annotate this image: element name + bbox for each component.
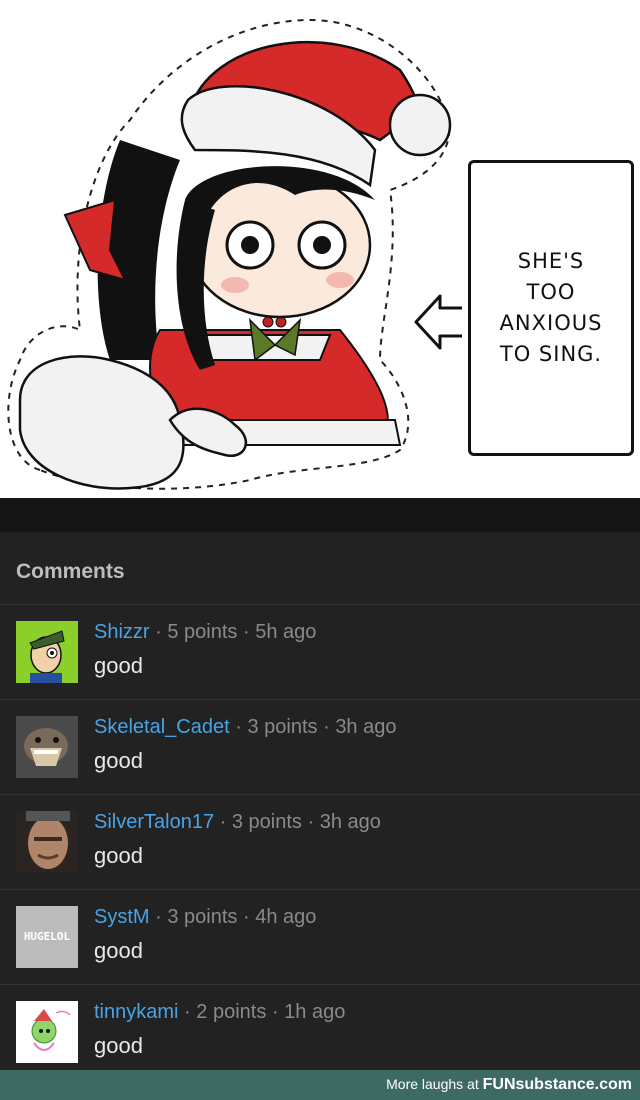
comment-meta: Skeletal_Cadet · 3 points · 3h ago (94, 716, 396, 739)
separator: · (271, 1001, 279, 1023)
comment-body: good (94, 1033, 143, 1058)
separator: · (235, 716, 242, 738)
speech-line: TO SING. (499, 342, 603, 366)
footer-brand[interactable]: FUNsubstance.com (483, 1076, 632, 1093)
timestamp: 5h ago (255, 621, 317, 643)
separator: · (184, 1001, 191, 1023)
points-count: 2 points (196, 1001, 267, 1023)
comments-section: Comments Shizzr · 5 points · 5h ago good (0, 532, 640, 1070)
avatar[interactable] (16, 716, 78, 778)
username-link[interactable]: Skeletal_Cadet (94, 716, 230, 738)
divider-band (0, 498, 640, 532)
comment-meta: tinnykami · 2 points · 1h ago (94, 1001, 345, 1024)
separator: · (219, 811, 227, 833)
separator: · (243, 621, 250, 643)
comment-meta: Shizzr · 5 points · 5h ago (94, 621, 316, 644)
footer-watermark: More laughs at FUNsubstance.com (386, 1076, 632, 1094)
avatar[interactable] (16, 1001, 78, 1063)
username-link[interactable]: SystM (94, 906, 150, 928)
comment-body: good (94, 748, 143, 773)
timestamp: 3h ago (335, 716, 397, 738)
santa-hat-pompom (388, 93, 452, 157)
separator: · (155, 621, 162, 643)
separator: · (307, 811, 315, 833)
speech-line: SHE'S (517, 249, 585, 273)
comment-body: good (94, 938, 143, 963)
speech-box: SHE'S TOO ANXIOUS TO SING. (468, 160, 634, 456)
timestamp: 4h ago (255, 906, 317, 928)
points-count: 3 points (167, 906, 238, 928)
avatar-logo-text: HUGELOL (23, 930, 71, 943)
avatar[interactable] (16, 621, 78, 683)
avatar[interactable] (16, 811, 78, 873)
separator: · (155, 906, 162, 928)
comic-image: SHE'S TOO ANXIOUS TO SING. (0, 0, 640, 498)
speech-arrow (414, 294, 462, 350)
comment-meta: SystM · 3 points · 4h ago (94, 906, 316, 929)
comment-meta: SilverTalon17 · 3 points · 3h ago (94, 811, 381, 834)
username-link[interactable]: tinnykami (94, 1001, 178, 1023)
comment-item: tinnykami · 2 points · 1h ago good (0, 984, 640, 1080)
footer-prefix: More laughs at (386, 1076, 479, 1092)
username-link[interactable]: Shizzr (94, 621, 150, 643)
comment-body: good (94, 843, 143, 868)
separator: · (242, 906, 250, 928)
comment-item: HUGELOL SystM · 3 points · 4h ago good (0, 889, 640, 985)
speech-line: TOO (526, 280, 576, 304)
comments-heading: Comments (16, 560, 125, 583)
footer-bar: More laughs at FUNsubstance.com (0, 1070, 640, 1100)
timestamp: 3h ago (319, 811, 381, 833)
points-count: 3 points (247, 716, 318, 738)
separator: · (323, 716, 330, 738)
points-count: 5 points (167, 621, 238, 643)
comment-body: good (94, 653, 143, 678)
comment-item: Shizzr · 5 points · 5h ago good (0, 604, 640, 700)
speech-line: ANXIOUS (499, 311, 603, 335)
avatar[interactable]: HUGELOL (16, 906, 78, 968)
comment-item: SilverTalon17 · 3 points · 3h ago good (0, 794, 640, 890)
comment-item: Skeletal_Cadet · 3 points · 3h ago good (0, 699, 640, 795)
username-link[interactable]: SilverTalon17 (94, 811, 214, 833)
points-count: 3 points (231, 811, 302, 833)
timestamp: 1h ago (284, 1001, 346, 1023)
